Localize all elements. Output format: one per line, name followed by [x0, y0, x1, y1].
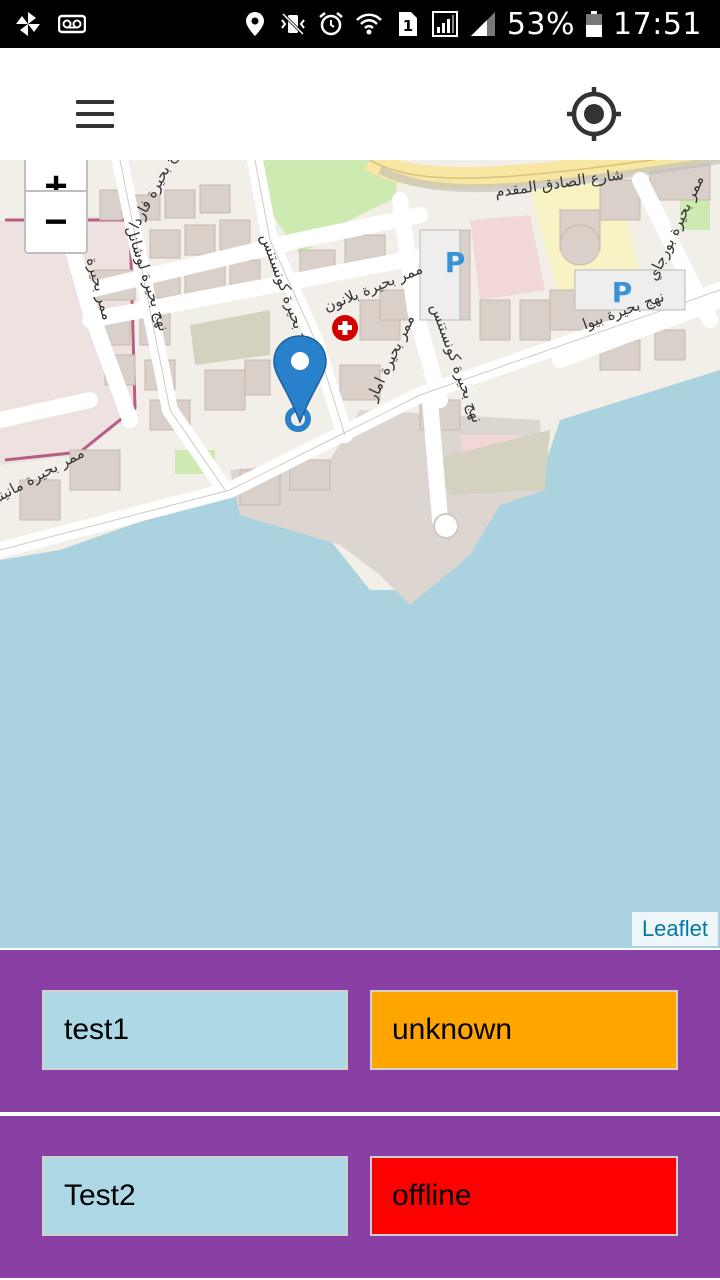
- device-status[interactable]: offline: [370, 1156, 678, 1236]
- app-bar: [0, 48, 720, 160]
- device-name[interactable]: test1: [42, 990, 348, 1070]
- wifi-icon: [355, 13, 382, 35]
- map-view[interactable]: P P شارع الصادق المقدم ممر بحيرة بلانون …: [0, 160, 720, 948]
- vibrate-mute-icon: [281, 12, 305, 36]
- parking-marker: P: [445, 246, 466, 279]
- device-status[interactable]: unknown: [370, 990, 678, 1070]
- device-row[interactable]: test1 unknown: [0, 948, 720, 1112]
- signal-bars-icon: [431, 11, 458, 37]
- map-tiles: P P شارع الصادق المقدم ممر بحيرة بلانون …: [0, 160, 720, 605]
- device-row[interactable]: Test2 offline: [0, 1114, 720, 1278]
- sim-slot-label: 1: [403, 17, 413, 35]
- device-name[interactable]: Test2: [42, 1156, 348, 1236]
- status-bar: 1 53% 17:51: [0, 0, 720, 48]
- clock: 17:51: [613, 6, 702, 42]
- alarm-icon: [319, 12, 343, 36]
- battery-percent: 53%: [506, 6, 576, 42]
- sim-icon: 1: [398, 12, 417, 36]
- zoom-out-button[interactable]: −: [24, 190, 88, 254]
- cell-signal-icon: [470, 12, 495, 36]
- device-list: test1 unknown Test2 offline: [0, 948, 720, 1280]
- voicemail-icon: [58, 14, 86, 34]
- pinwheel-icon: [16, 12, 40, 36]
- crosshair-locate-icon[interactable]: [566, 86, 622, 142]
- location-icon: [245, 12, 264, 36]
- zoom-control: + −: [24, 160, 88, 416]
- battery-icon: [586, 11, 603, 37]
- leaflet-attribution-link[interactable]: Leaflet: [631, 912, 718, 946]
- hamburger-menu-icon[interactable]: [76, 96, 116, 132]
